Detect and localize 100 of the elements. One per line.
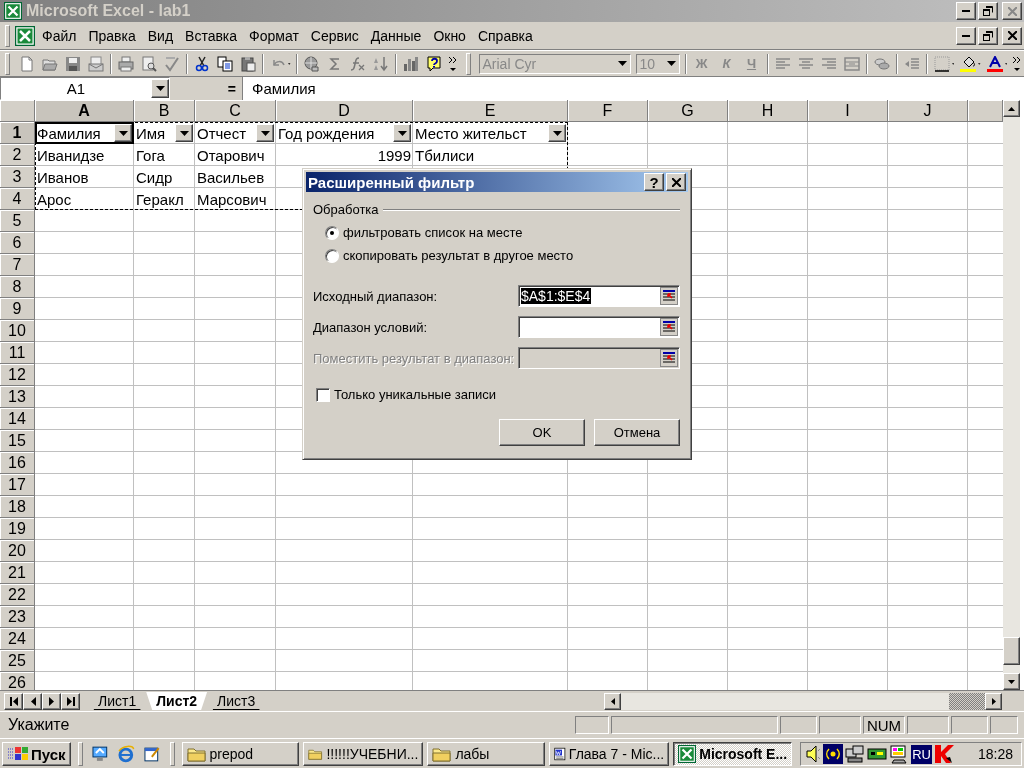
grip-handle[interactable] [5, 24, 10, 47]
wireless-icon[interactable] [823, 744, 844, 764]
collapse-dialog-icon[interactable] [660, 287, 678, 305]
row-header[interactable]: 20 [0, 540, 35, 562]
range-field[interactable]: $A$1:$E$4 [518, 285, 680, 307]
scroll-up-button[interactable] [1003, 100, 1020, 117]
caret-icon[interactable] [666, 61, 676, 66]
computers-icon[interactable] [845, 745, 866, 763]
row-header[interactable]: 24 [0, 628, 35, 650]
font-color-icon[interactable] [986, 55, 1003, 72]
column-header[interactable]: G [648, 100, 728, 122]
scroll-down-button[interactable] [1003, 673, 1020, 690]
mail-icon[interactable] [88, 55, 104, 72]
grip-handle[interactable] [465, 52, 471, 75]
restore-button[interactable] [978, 26, 998, 45]
scissors-icon[interactable] [194, 55, 210, 72]
close-button[interactable] [1002, 26, 1022, 45]
column-header[interactable]: J [888, 100, 968, 122]
row-header[interactable]: 11 [0, 342, 35, 364]
taskbar-button[interactable]: Microsoft E... [673, 742, 793, 766]
collapse-dialog-icon[interactable] [660, 318, 678, 336]
active-cell[interactable]: Фамилия [35, 122, 134, 144]
browser-icon[interactable] [117, 745, 135, 763]
row-header[interactable]: 26 [0, 672, 35, 690]
new-file-icon[interactable] [19, 55, 35, 72]
row-header[interactable]: 16 [0, 452, 35, 474]
checkbox-label[interactable]: Только уникальные записи [334, 387, 497, 402]
antivirus-icon[interactable] [933, 744, 954, 764]
display-icon[interactable] [889, 744, 910, 764]
sort-icon[interactable] [372, 55, 389, 72]
coins-icon[interactable] [873, 55, 890, 72]
grip-handle[interactable] [169, 742, 175, 766]
sheet-tab[interactable]: Лист2 [146, 692, 208, 710]
column-header[interactable]: B [134, 100, 195, 122]
row-header[interactable]: 21 [0, 562, 35, 584]
row-header[interactable]: 23 [0, 606, 35, 628]
column-header[interactable]: H [728, 100, 808, 122]
language-indicator[interactable]: RU [911, 744, 932, 764]
chevron-icon[interactable] [447, 54, 458, 73]
scroll-thumb[interactable] [949, 692, 985, 710]
row-header[interactable]: 3 [0, 166, 35, 188]
minimize-button[interactable] [956, 26, 976, 45]
sheet-nav-button[interactable] [4, 692, 23, 710]
desktop-icon[interactable] [91, 745, 110, 763]
row-header[interactable]: 22 [0, 584, 35, 606]
column-header[interactable]: C [195, 100, 276, 122]
row-header[interactable]: 19 [0, 518, 35, 540]
filter-dropdown-button[interactable] [256, 124, 274, 142]
row-header[interactable]: 8 [0, 276, 35, 298]
preview-icon[interactable] [141, 55, 157, 72]
row-header[interactable]: 17 [0, 474, 35, 496]
row-header[interactable]: 6 [0, 232, 35, 254]
row-header[interactable]: 9 [0, 298, 35, 320]
row-header[interactable]: 13 [0, 386, 35, 408]
column-header[interactable]: F [568, 100, 648, 122]
grip-handle[interactable] [5, 52, 10, 75]
close-button[interactable] [1002, 2, 1022, 20]
sheet-nav-button[interactable] [42, 692, 61, 710]
scroll-right-button[interactable] [985, 692, 1002, 710]
filter-dropdown-button[interactable] [114, 124, 132, 142]
sheet-nav-button[interactable] [61, 692, 80, 710]
filter-dropdown-button[interactable] [548, 124, 566, 142]
row-header[interactable]: 7 [0, 254, 35, 276]
taskbar-button[interactable]: !!!!!!УЧЕБНИ... [303, 742, 424, 766]
row-header[interactable]: 4 [0, 188, 35, 210]
printer-icon[interactable] [118, 55, 134, 72]
radio-button[interactable] [325, 248, 339, 263]
notepad-icon[interactable] [142, 745, 161, 763]
filter-dropdown-button[interactable] [393, 124, 411, 142]
select-all-button[interactable] [0, 100, 35, 122]
row-header[interactable]: 25 [0, 650, 35, 672]
dialog-button[interactable]: OK [499, 419, 585, 446]
taskbar-button[interactable]: лабы [427, 742, 546, 766]
restore-button[interactable] [978, 2, 998, 20]
circuit-board-icon[interactable] [867, 746, 888, 762]
taskbar-button[interactable]: Глава 7 - Mic... [549, 742, 670, 766]
row-header[interactable]: 18 [0, 496, 35, 518]
close-button[interactable] [666, 173, 686, 191]
option-label[interactable]: скопировать результат в другое место [343, 248, 574, 263]
function-icon[interactable] [349, 55, 366, 72]
clipboard-icon[interactable] [240, 55, 256, 72]
row-header[interactable]: 14 [0, 408, 35, 430]
scroll-thumb[interactable] [1003, 637, 1020, 665]
save-icon[interactable] [65, 55, 81, 72]
globe-icon[interactable] [303, 55, 320, 72]
help-icon[interactable] [425, 55, 442, 72]
column-header[interactable] [968, 100, 1003, 122]
checkmark-icon[interactable] [164, 55, 180, 72]
row-header[interactable]: 12 [0, 364, 35, 386]
scroll-left-button[interactable] [604, 692, 621, 710]
dialog-button[interactable]: Отмена [594, 419, 680, 446]
grip-handle[interactable] [77, 742, 83, 766]
speaker-icon[interactable] [805, 745, 822, 763]
copy-icon[interactable] [217, 55, 233, 72]
column-header[interactable]: D [276, 100, 413, 122]
checkbox[interactable] [316, 387, 330, 402]
row-header[interactable]: 10 [0, 320, 35, 342]
start-button[interactable]: Пуск [2, 742, 71, 766]
row-header[interactable]: 5 [0, 210, 35, 232]
minimize-button[interactable] [956, 2, 976, 20]
